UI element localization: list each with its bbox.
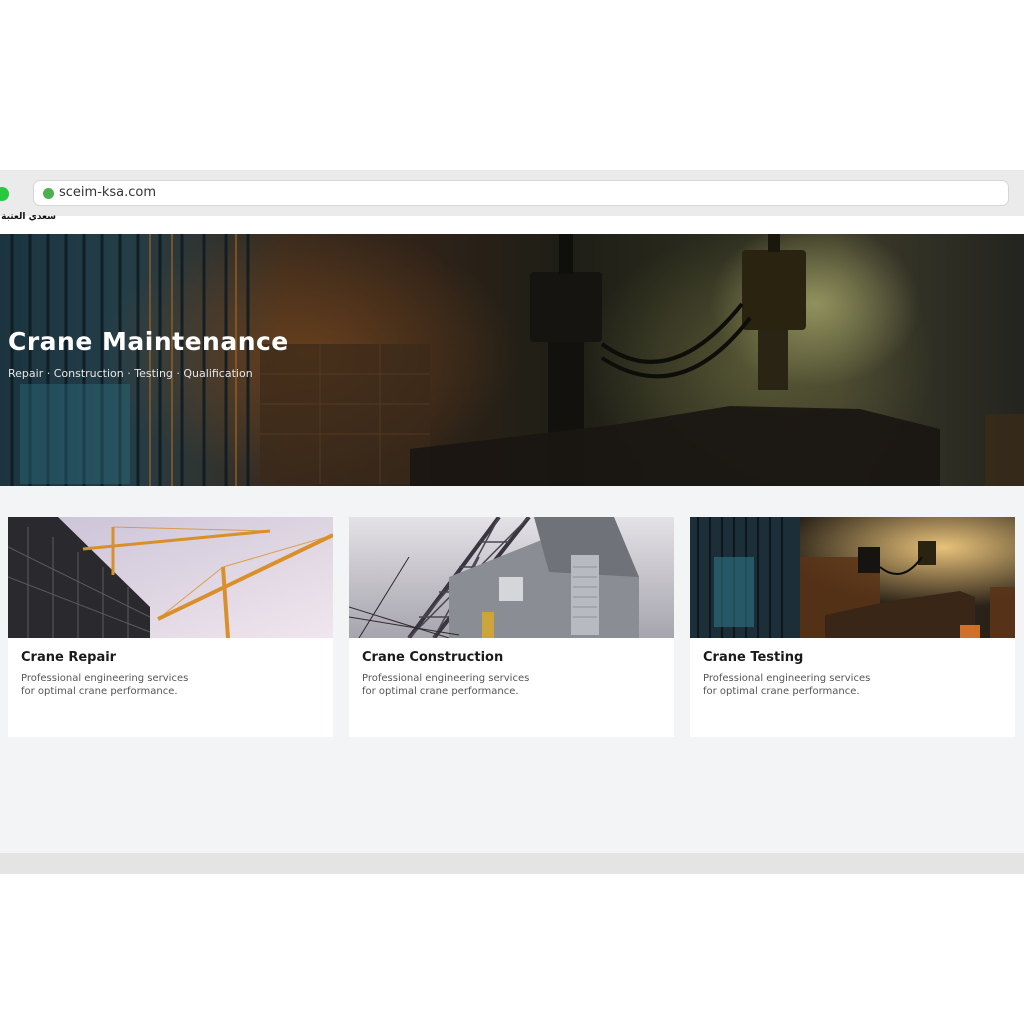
card-title: Crane Construction [362, 650, 504, 665]
crane-repair-image [8, 517, 333, 638]
hero-background-image [10, 234, 1024, 486]
service-card-testing[interactable]: Crane Testing Professional engineering s… [690, 517, 1015, 737]
browser-bottom-bar [0, 853, 1024, 874]
hero-title: Crane Maintenance [8, 327, 289, 356]
address-bar[interactable]: sceim-ksa.com [33, 180, 1009, 206]
window-control-icon[interactable] [0, 187, 9, 201]
card-description: Professional engineering services for op… [362, 673, 530, 697]
browser-toolbar: sceim-ksa.com [0, 170, 1024, 216]
site-logo[interactable]: سعدي العتبة [0, 211, 56, 223]
service-card-construction[interactable]: Crane Construction Professional engineer… [349, 517, 674, 737]
url-text[interactable]: sceim-ksa.com [59, 185, 156, 201]
service-card-repair[interactable]: Crane Repair Professional engineering se… [8, 517, 333, 737]
card-title: Crane Repair [21, 650, 117, 665]
card-description: Professional engineering services for op… [703, 673, 871, 697]
crane-testing-image [690, 517, 1015, 638]
browser-window: sceim-ksa.com سعدي العتبة Crane Maintena… [0, 170, 1024, 874]
hero-subtitle: Repair · Construction · Testing · Qualif… [8, 367, 253, 380]
site-header: سعدي العتبة [0, 212, 1024, 234]
crane-construction-image [349, 517, 674, 638]
card-title: Crane Testing [703, 650, 804, 665]
card-description: Professional engineering services for op… [21, 673, 189, 697]
hero-banner: Crane Maintenance Repair · Construction … [0, 234, 1024, 486]
secure-status-icon [43, 188, 54, 199]
